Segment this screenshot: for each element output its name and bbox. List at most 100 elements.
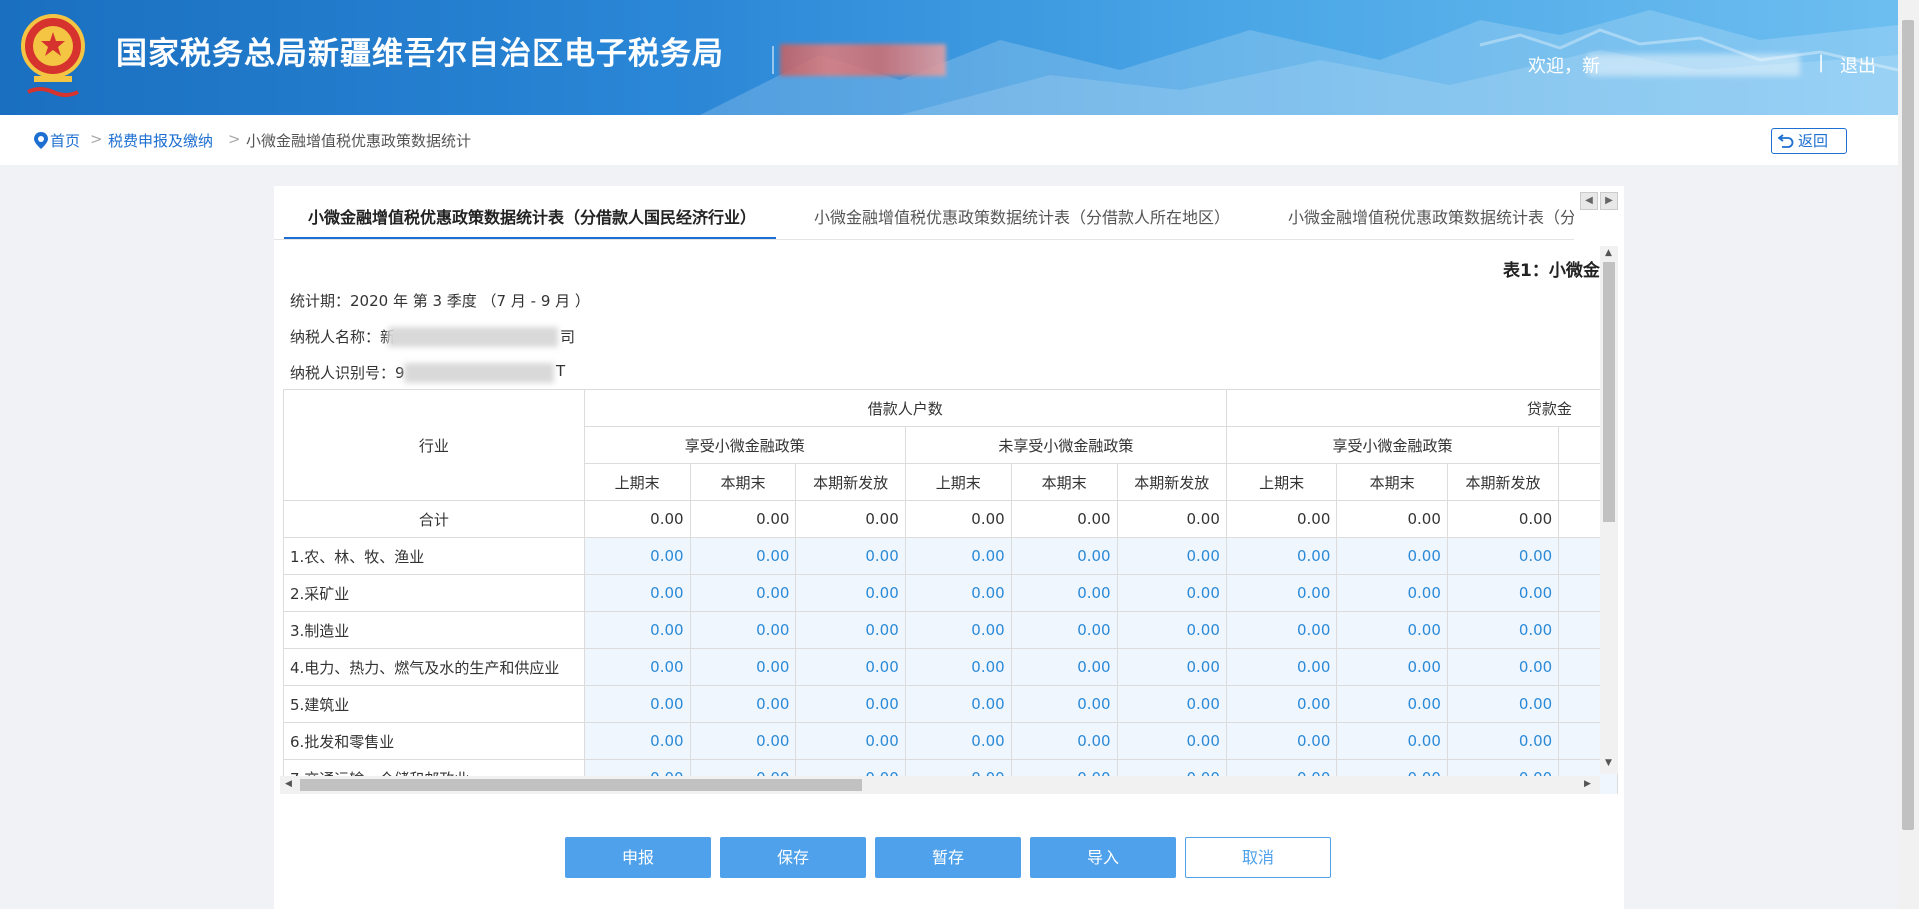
value-input-cell[interactable]: 0.00 xyxy=(1225,722,1338,760)
breadcrumb-home[interactable]: 首页 xyxy=(50,130,80,151)
save-button[interactable]: 保存 xyxy=(720,837,866,878)
site-title: 国家税务总局新疆维吾尔自治区电子税务局 xyxy=(116,36,724,72)
value-input-cell[interactable]: 0.00 xyxy=(1010,611,1118,649)
tab-scroll-left-button[interactable]: ◀ xyxy=(1580,192,1598,210)
total-cell: 0.00 xyxy=(795,500,906,538)
table-vertical-scrollbar[interactable]: ▲ ▼ xyxy=(1600,246,1618,774)
value-input-cell[interactable]: 0.00 xyxy=(1010,574,1118,612)
value-input-cell[interactable]: 0.00 xyxy=(904,574,1012,612)
col-new-issued: 本期新发放 xyxy=(1116,463,1227,501)
tab-third[interactable]: 小微金融增值税优惠政策数据统计表（分 xyxy=(1288,204,1574,228)
back-button[interactable]: 返回 xyxy=(1771,128,1847,154)
total-cell: 0.00 xyxy=(583,500,691,538)
value-input-cell[interactable]: 0.00 xyxy=(795,648,906,686)
value-input-cell[interactable]: 0.00 xyxy=(1010,722,1118,760)
value-input-cell[interactable]: 0.00 xyxy=(795,685,906,723)
table-horizontal-scroll-thumb[interactable] xyxy=(300,779,862,791)
value-input-cell[interactable]: 0.00 xyxy=(795,574,906,612)
value-input-cell[interactable]: 0.00 xyxy=(1446,648,1560,686)
value-input-cell[interactable]: 0.00 xyxy=(904,537,1012,575)
value-input-cell[interactable]: 0.00 xyxy=(1116,574,1227,612)
value-input-cell[interactable]: 0.00 xyxy=(904,611,1012,649)
value-input-cell[interactable]: 0.00 xyxy=(583,574,691,612)
sub-header-enjoy: 享受小微金融政策 xyxy=(583,426,906,464)
value-input-cell[interactable]: 0.00 xyxy=(1116,722,1227,760)
sub-header-not-enjoy: 未享受小微金融政策 xyxy=(904,426,1227,464)
col-curr-end: 本期末 xyxy=(689,463,797,501)
value-input-cell[interactable]: 0.00 xyxy=(583,685,691,723)
site-header: 国家税务总局新疆维吾尔自治区电子税务局 欢迎，新 | 退出 xyxy=(0,0,1898,115)
value-input-cell[interactable]: 0.00 xyxy=(1446,722,1560,760)
value-input-cell[interactable]: 0.00 xyxy=(795,722,906,760)
value-input-cell[interactable]: 0.00 xyxy=(795,537,906,575)
value-input-cell[interactable]: 0.00 xyxy=(583,611,691,649)
value-input-cell[interactable]: 0.00 xyxy=(1116,685,1227,723)
value-input-cell[interactable]: 0.00 xyxy=(689,648,797,686)
scroll-down-icon[interactable]: ▼ xyxy=(1605,758,1612,768)
value-input-cell[interactable]: 0.00 xyxy=(1225,685,1338,723)
value-input-cell[interactable]: 0.00 xyxy=(1010,648,1118,686)
value-input-cell[interactable]: 0.00 xyxy=(1446,574,1560,612)
value-input-cell[interactable]: 0.00 xyxy=(1116,648,1227,686)
scroll-up-icon[interactable]: ▲ xyxy=(1605,248,1612,258)
taxpayer-name-tail: 司 xyxy=(560,328,576,346)
breadcrumb-current: 小微金融增值税优惠政策数据统计 xyxy=(246,132,472,150)
value-input-cell[interactable]: 0.00 xyxy=(1010,685,1118,723)
temp-save-button[interactable]: 暂存 xyxy=(875,837,1021,878)
total-cell: 0.00 xyxy=(1336,500,1448,538)
group-header-loans: 贷款金 xyxy=(1225,389,1618,427)
cancel-button[interactable]: 取消 xyxy=(1185,837,1331,878)
value-input-cell[interactable]: 0.00 xyxy=(1225,537,1338,575)
value-input-cell[interactable]: 0.00 xyxy=(1225,611,1338,649)
page-vertical-scroll-thumb[interactable] xyxy=(1902,20,1914,830)
page-vertical-scrollbar[interactable] xyxy=(1898,0,1919,909)
value-input-cell[interactable]: 0.00 xyxy=(1116,537,1227,575)
value-input-cell[interactable]: 0.00 xyxy=(1446,537,1560,575)
import-button[interactable]: 导入 xyxy=(1030,837,1176,878)
value-input-cell[interactable]: 0.00 xyxy=(1336,574,1448,612)
value-input-cell[interactable]: 0.00 xyxy=(1336,611,1448,649)
tab-scroll-right-button[interactable]: ▶ xyxy=(1600,192,1618,210)
value-input-cell[interactable]: 0.00 xyxy=(1010,537,1118,575)
tab-by-industry[interactable]: 小微金融增值税优惠政策数据统计表（分借款人国民经济行业） xyxy=(308,204,756,228)
value-input-cell[interactable]: 0.00 xyxy=(689,537,797,575)
value-input-cell[interactable]: 0.00 xyxy=(1116,611,1227,649)
back-button-label: 返回 xyxy=(1798,132,1829,150)
column-header-industry: 行业 xyxy=(283,389,585,501)
col-curr-end: 本期末 xyxy=(1010,463,1118,501)
value-input-cell[interactable]: 0.00 xyxy=(904,722,1012,760)
value-input-cell[interactable]: 0.00 xyxy=(1336,537,1448,575)
redacted-region xyxy=(780,44,946,76)
value-input-cell[interactable]: 0.00 xyxy=(689,574,797,612)
value-input-cell[interactable]: 0.00 xyxy=(1225,574,1338,612)
value-input-cell[interactable]: 0.00 xyxy=(1446,611,1560,649)
tab-by-region[interactable]: 小微金融增值税优惠政策数据统计表（分借款人所在地区） xyxy=(814,204,1230,228)
scroll-left-icon[interactable]: ◀ xyxy=(285,779,292,789)
value-input-cell[interactable]: 0.00 xyxy=(1225,648,1338,686)
value-input-cell[interactable]: 0.00 xyxy=(689,685,797,723)
value-input-cell[interactable]: 0.00 xyxy=(583,648,691,686)
value-input-cell[interactable]: 0.00 xyxy=(583,722,691,760)
logout-link[interactable]: 退出 xyxy=(1840,52,1876,78)
table-vertical-scroll-thumb[interactable] xyxy=(1603,262,1615,522)
value-input-cell[interactable]: 0.00 xyxy=(904,648,1012,686)
back-arrow-icon xyxy=(1778,134,1794,148)
tab-bar: 小微金融增值税优惠政策数据统计表（分借款人国民经济行业） 小微金融增值税优惠政策… xyxy=(274,186,1574,240)
value-input-cell[interactable]: 0.00 xyxy=(1336,722,1448,760)
value-input-cell[interactable]: 0.00 xyxy=(583,537,691,575)
value-input-cell[interactable]: 0.00 xyxy=(1446,685,1560,723)
value-input-cell[interactable]: 0.00 xyxy=(689,611,797,649)
table-row: 6.批发和零售业 0.00 0.00 0.00 0.00 0.00 0.00 0.00 0.00… xyxy=(283,722,1618,760)
declare-button[interactable]: 申报 xyxy=(565,837,711,878)
breadcrumb-section[interactable]: 税费申报及缴纳 xyxy=(108,130,213,151)
value-input-cell[interactable]: 0.00 xyxy=(689,722,797,760)
redacted-user-name xyxy=(1588,54,1800,76)
value-input-cell[interactable]: 0.00 xyxy=(904,685,1012,723)
value-input-cell[interactable]: 0.00 xyxy=(795,611,906,649)
table-horizontal-scrollbar[interactable]: ◀ ▶ xyxy=(280,776,1600,794)
main-panel: 小微金融增值税优惠政策数据统计表（分借款人国民经济行业） 小微金融增值税优惠政策… xyxy=(274,186,1624,909)
scroll-right-icon[interactable]: ▶ xyxy=(1584,779,1591,789)
value-input-cell[interactable]: 0.00 xyxy=(1336,648,1448,686)
value-input-cell[interactable]: 0.00 xyxy=(1336,685,1448,723)
row-label: 4.电力、热力、燃气及水的生产和供应业 xyxy=(283,648,585,686)
